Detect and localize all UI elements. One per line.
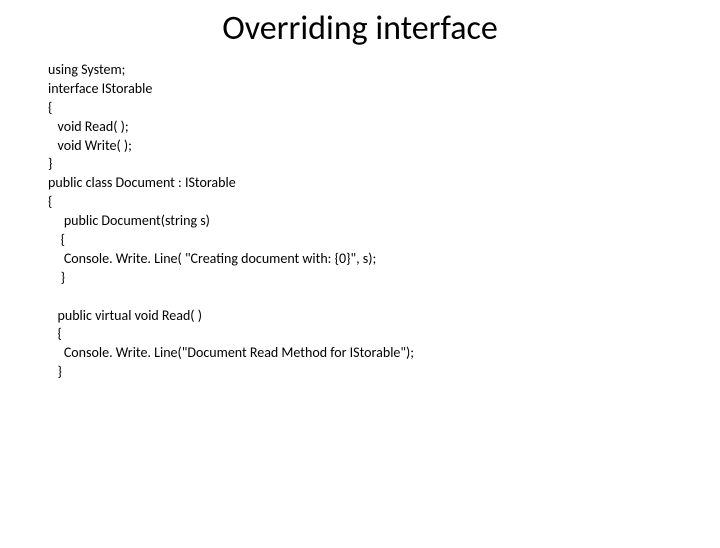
code-block: using System; interface IStorable { void…: [0, 61, 720, 382]
slide-title: Overriding interface: [0, 8, 720, 49]
slide: Overriding interface using System; inter…: [0, 8, 720, 548]
